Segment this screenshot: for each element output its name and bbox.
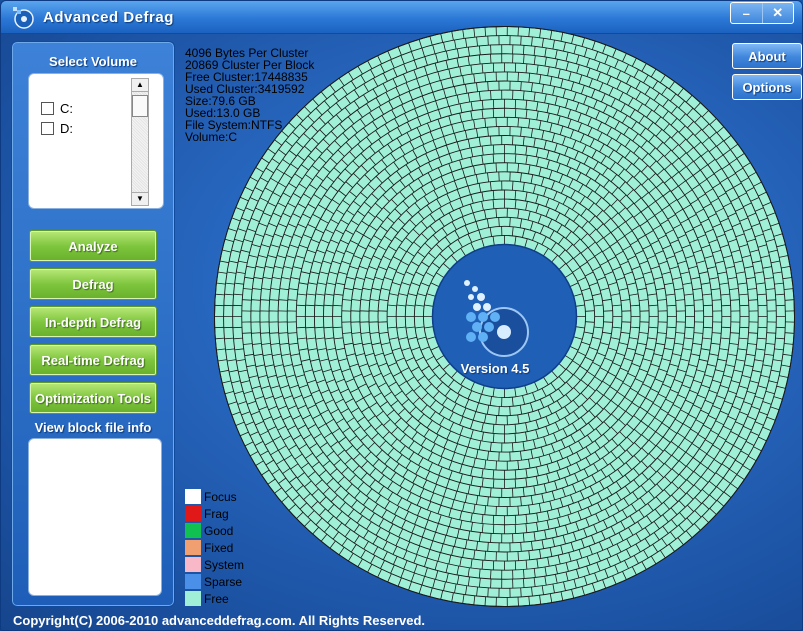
volume-c-checkbox[interactable]	[41, 101, 54, 115]
close-button[interactable]: ✕	[761, 3, 794, 23]
legend-label-sparse: Sparse	[204, 574, 243, 589]
analyze-button[interactable]: Analyze	[29, 230, 157, 262]
volume-d-label: D:	[60, 120, 73, 136]
block-file-info-box[interactable]	[28, 438, 162, 596]
legend-swatch-fixed	[185, 540, 201, 555]
indepth-defrag-button[interactable]: In-depth Defrag	[29, 306, 157, 338]
volume-item-d[interactable]: D:	[41, 120, 73, 136]
legend-swatch-system	[185, 557, 201, 572]
app-window: Advanced Defrag – ✕ Select Volume C: D: …	[0, 0, 803, 631]
minimize-button[interactable]: –	[731, 3, 762, 23]
select-volume-heading: Select Volume	[49, 54, 137, 69]
block-info-heading: View block file info	[34, 420, 152, 435]
legend-label-frag: Frag	[204, 506, 229, 521]
legend-label-focus: Focus	[204, 489, 237, 504]
legend-item-frag: Frag	[185, 505, 244, 522]
legend-label-fixed: Fixed	[204, 540, 234, 555]
legend-item-sparse: Sparse	[185, 573, 244, 590]
legend-swatch-focus	[185, 489, 201, 504]
legend-swatch-frag	[185, 506, 201, 521]
legend-swatch-free	[185, 591, 201, 606]
legend-item-fixed: Fixed	[185, 539, 244, 556]
legend-item-free: Free	[185, 590, 244, 607]
legend-item-focus: Focus	[185, 488, 244, 505]
scroll-down-arrow-icon[interactable]: ▼	[132, 192, 148, 205]
disk-cluster-map[interactable]	[209, 21, 800, 612]
scroll-thumb[interactable]	[132, 95, 148, 117]
optimization-tools-button[interactable]: Optimization Tools	[29, 382, 157, 414]
scroll-up-arrow-icon[interactable]: ▲	[132, 79, 148, 92]
window-title: Advanced Defrag	[43, 9, 174, 26]
legend-item-system: System	[185, 556, 244, 573]
sidebar-panel: Select Volume C: D: ▲ ▼ Analyze Defrag I…	[11, 41, 175, 607]
realtime-defrag-button[interactable]: Real-time Defrag	[29, 344, 157, 376]
volume-scrollbar[interactable]: ▲ ▼	[131, 78, 149, 206]
legend-label-free: Free	[204, 591, 229, 606]
legend-swatch-sparse	[185, 574, 201, 589]
legend-label-good: Good	[204, 523, 234, 538]
version-label: Version 4.5	[460, 361, 530, 376]
app-logo-icon	[13, 7, 34, 29]
volume-item-c[interactable]: C:	[41, 100, 73, 116]
copyright-footer: Copyright(C) 2006-2010 advanceddefrag.co…	[13, 613, 426, 628]
volume-list[interactable]: C: D: ▲ ▼	[28, 73, 164, 209]
volume-c-label: C:	[60, 100, 73, 116]
legend-label-system: System	[204, 557, 245, 572]
legend-swatch-good	[185, 523, 201, 538]
volume-d-checkbox[interactable]	[41, 121, 54, 135]
defrag-button[interactable]: Defrag	[29, 268, 157, 300]
legend-item-good: Good	[185, 522, 244, 539]
legend: Focus Frag Good Fixed System Sparse Free	[185, 488, 244, 607]
